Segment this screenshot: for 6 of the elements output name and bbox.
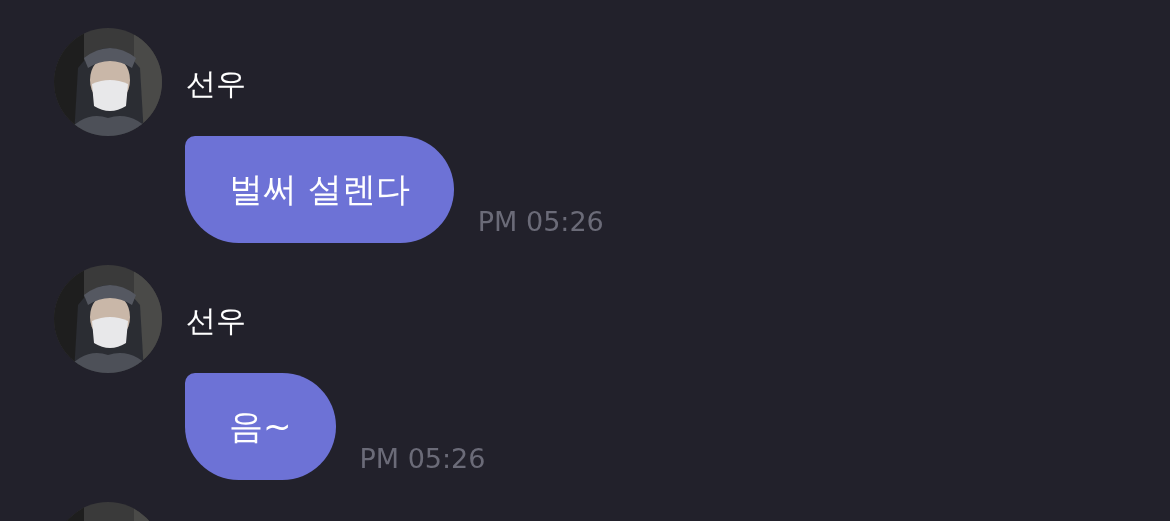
message-time: PM 05:26 bbox=[477, 206, 604, 237]
message-bubble: 음~ bbox=[185, 373, 336, 480]
sender-name: 선우 bbox=[186, 301, 246, 340]
message-time: PM 05:26 bbox=[359, 443, 486, 474]
sender-name: 선우 bbox=[186, 64, 246, 103]
message-bubble: 벌써 설렌다 bbox=[185, 136, 454, 243]
